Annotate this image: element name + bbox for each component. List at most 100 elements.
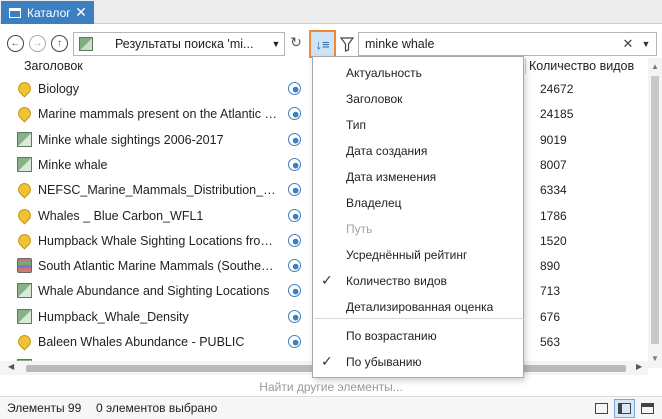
filter-icon (340, 36, 354, 52)
item-title: Marine mammals present on the Atlantic c… (38, 107, 278, 122)
back-button[interactable]: ← (7, 35, 24, 52)
item-count: 1520 (540, 233, 567, 248)
sort-option-relevance[interactable]: Актуальность (313, 59, 523, 85)
scroll-left-icon[interactable]: ◀ (8, 362, 14, 371)
view-tiles-button[interactable] (591, 399, 612, 418)
menu-item-label: Путь (346, 222, 373, 236)
globe-icon (288, 132, 301, 146)
filter-button[interactable] (337, 32, 357, 56)
globe-icon (288, 259, 301, 273)
item-count: 713 (540, 284, 561, 299)
vertical-scrollbar[interactable]: ▲ ▼ (648, 58, 662, 368)
item-count: 8007 (540, 157, 567, 172)
view-list-button[interactable] (637, 399, 658, 418)
map-icon (17, 283, 32, 299)
item-count: 563 (540, 335, 561, 349)
item-title: Baleen Whales Abundance - PUBLIC (38, 335, 245, 349)
sort-descending-icon: ↓≡ (315, 36, 330, 52)
chevron-down-icon[interactable]: ▼ (636, 39, 656, 49)
checkmark-icon: ✓ (321, 353, 333, 369)
item-count: 24672 (540, 82, 574, 96)
close-icon[interactable]: ✕ (74, 4, 88, 21)
sort-option-title[interactable]: Заголовок (313, 85, 523, 111)
refresh-button[interactable]: ↻ (288, 34, 304, 52)
sort-button[interactable]: ↓≡ (309, 30, 336, 58)
item-title: Minke whale (38, 157, 108, 172)
up-button[interactable]: ↑ (51, 35, 68, 52)
pin-icon (15, 205, 34, 225)
menu-item-label: Владелец (346, 196, 402, 210)
column-title[interactable]: Заголовок (24, 59, 83, 73)
arrow-left-icon: ← (10, 38, 21, 49)
item-title: South Atlantic Marine Mammals (Southeast… (38, 259, 278, 274)
globe-icon (288, 183, 301, 197)
item-count: 1786 (540, 208, 567, 223)
item-title: Minke whale sightings 2006-2017 (38, 132, 224, 147)
catalog-icon (9, 7, 21, 18)
vertical-scroll-thumb[interactable] (651, 76, 659, 344)
map-icon (17, 156, 32, 172)
layer-icon (17, 258, 32, 274)
menu-item-label: Дата создания (346, 144, 428, 158)
globe-icon (288, 335, 301, 348)
menu-item-label: Усреднённый рейтинг (346, 248, 468, 262)
view-details-button[interactable] (614, 399, 635, 418)
list-view-icon (641, 403, 654, 414)
pin-icon (15, 180, 34, 199)
title-bar: Каталог ✕ (0, 0, 662, 24)
sort-option-detailed-score[interactable]: Детализированная оценка (313, 293, 523, 319)
menu-item-label: Актуальность (346, 66, 422, 80)
item-count: 24185 (540, 107, 574, 122)
sort-order-descending[interactable]: ✓ По убыванию (313, 348, 523, 374)
tiles-view-icon (595, 403, 608, 414)
item-title: Whales _ Blue Carbon_WFL1 (38, 208, 204, 223)
sort-option-owner[interactable]: Владелец (313, 189, 523, 215)
checkmark-icon: ✓ (321, 272, 333, 288)
item-count: 6334 (540, 183, 567, 198)
sort-option-date-modified[interactable]: Дата изменения (313, 163, 523, 189)
item-count-status: Элементы 99 (7, 401, 82, 415)
scroll-right-icon[interactable]: ▶ (636, 362, 642, 371)
tab-label: Каталог (27, 5, 71, 20)
column-count[interactable]: Количество видов (529, 59, 634, 73)
sort-option-type[interactable]: Тип (313, 111, 523, 137)
details-view-icon (618, 403, 631, 414)
scroll-up-icon[interactable]: ▲ (648, 62, 662, 71)
item-count: 9019 (540, 132, 567, 147)
arrow-up-icon: ↑ (57, 38, 62, 49)
menu-item-label: Дата изменения (346, 170, 437, 184)
sort-order-ascending[interactable]: По возрастанию (313, 322, 523, 348)
location-dropdown[interactable]: Результаты поиска 'mi... ▼ (73, 32, 285, 56)
search-box: ✕ ▼ (358, 32, 657, 56)
forward-button[interactable]: → (29, 35, 46, 52)
clear-search-icon[interactable]: ✕ (620, 36, 636, 52)
item-title: Humpback_Whale_Density (38, 309, 189, 324)
globe-icon (288, 233, 301, 247)
menu-item-label: Детализированная оценка (346, 300, 494, 314)
sort-option-average-rating[interactable]: Усреднённый рейтинг (313, 241, 523, 267)
item-title: Humpback Whale Sighting Locations from..… (38, 233, 278, 248)
scroll-down-icon[interactable]: ▼ (648, 354, 662, 363)
globe-icon (288, 157, 301, 171)
item-count: 676 (540, 309, 561, 324)
menu-item-label: По убыванию (346, 355, 422, 369)
find-more-link[interactable]: Найти другие элементы... (0, 380, 662, 394)
column-divider[interactable] (525, 58, 526, 74)
item-title: Whale Abundance and Sighting Locations (38, 284, 270, 299)
globe-icon (288, 309, 301, 323)
menu-divider (314, 318, 524, 319)
pin-icon (15, 79, 34, 98)
pin-icon (15, 231, 34, 250)
refresh-icon: ↻ (290, 34, 302, 50)
sort-option-path: Путь (313, 215, 523, 241)
chevron-down-icon[interactable]: ▼ (268, 39, 284, 49)
item-title: NEFSC_Marine_Mammals_Distribution_Lay... (38, 183, 278, 198)
sort-option-view-count[interactable]: ✓ Количество видов (313, 267, 523, 293)
menu-item-label: Количество видов (346, 274, 447, 288)
status-bar: Элементы 99 0 элементов выбрано (0, 396, 662, 419)
tab-catalog[interactable]: Каталог ✕ (1, 1, 94, 24)
menu-item-label: По возрастанию (346, 329, 437, 343)
globe-icon (288, 284, 301, 298)
sort-option-date-created[interactable]: Дата создания (313, 137, 523, 163)
search-input[interactable] (359, 34, 620, 54)
